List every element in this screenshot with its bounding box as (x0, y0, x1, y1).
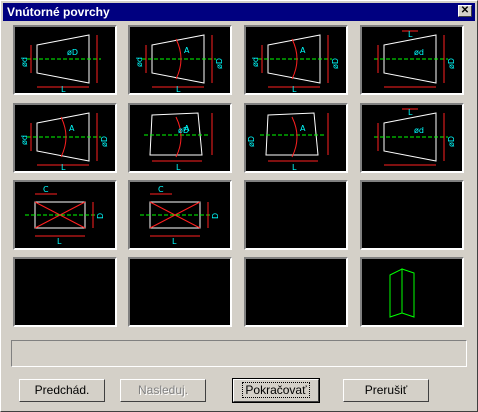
tile-label: L (408, 108, 413, 117)
shape-tile-empty[interactable] (244, 257, 348, 327)
tile-label: øD (100, 136, 109, 147)
tile-label: A (69, 124, 75, 133)
title-bar[interactable]: Vnútorné povrchy ✕ (3, 3, 475, 21)
shape-tile-box[interactable]: C D L (13, 180, 117, 250)
tile-label: L (61, 85, 66, 93)
continue-button-label: Pokračovať (242, 382, 310, 398)
tile-label: øD (67, 48, 78, 57)
tile-label: C (158, 185, 164, 194)
cancel-button[interactable]: Prerušiť (343, 379, 429, 402)
shape-tile-frustum-left[interactable]: ød øD L (13, 25, 117, 95)
shape-tile-frustum-cylinder[interactable]: Lød øD (360, 103, 464, 173)
previous-button[interactable]: Predchád. (19, 379, 105, 402)
shape-tile-frustum-top[interactable]: AøD L (128, 103, 232, 173)
shape-tile-empty[interactable] (360, 180, 464, 250)
tile-label: ød (251, 57, 260, 67)
shape-tile-frustum-steps[interactable]: Lød øD (360, 25, 464, 95)
close-button[interactable]: ✕ (458, 5, 472, 17)
tile-label: D (96, 213, 105, 219)
shape-tile-box[interactable]: C D L (128, 180, 232, 250)
tile-label: L (292, 163, 297, 171)
shape-tile-empty[interactable] (244, 180, 348, 250)
shape-tile-frustum-top-right[interactable]: øD A L (244, 103, 348, 173)
tile-label: øD (178, 126, 189, 135)
tile-label: L (176, 163, 181, 171)
dialog-window: Vnútorné povrchy ✕ ød øD Lød AøD Lød AøD L Lød ø… (0, 0, 478, 412)
shape-tile-frustum-left-angle[interactable]: ød AøD L (244, 25, 348, 95)
tile-label: ød (414, 48, 424, 57)
tile-label: ød (20, 57, 29, 67)
tile-label: øD (215, 58, 224, 69)
tile-label: C (43, 185, 49, 194)
tile-label: ød (135, 57, 144, 67)
tile-label: L (57, 237, 62, 246)
tile-label: øD (247, 136, 256, 147)
tile-label: L (408, 30, 413, 39)
continue-button[interactable]: Pokračovať (232, 378, 320, 403)
window-title: Vnútorné povrchy (7, 5, 110, 19)
tile-label: A (184, 46, 190, 55)
tile-label: L (292, 85, 297, 93)
tile-label: øD (447, 136, 456, 147)
shape-tile-empty[interactable] (128, 257, 232, 327)
tile-label: øD (331, 58, 340, 69)
tile-label: øD (447, 58, 456, 69)
tile-label: D (211, 213, 220, 219)
tile-label: ød (20, 135, 29, 145)
tile-label: ød (414, 126, 424, 135)
tile-label: L (176, 85, 181, 93)
status-field (11, 340, 467, 367)
tile-label: A (300, 124, 306, 133)
shape-tile-empty[interactable] (13, 257, 117, 327)
tile-label: A (300, 46, 306, 55)
tile-label: L (172, 237, 177, 246)
tile-label: L (61, 163, 66, 171)
shape-tile-frustum-left-angle[interactable]: ød AøD L (128, 25, 232, 95)
next-button[interactable]: Nasleduj. (120, 379, 206, 402)
shape-tile-frustum-left-angle[interactable]: ød AøD L (13, 103, 117, 173)
shape-tile-book[interactable] (360, 257, 464, 327)
